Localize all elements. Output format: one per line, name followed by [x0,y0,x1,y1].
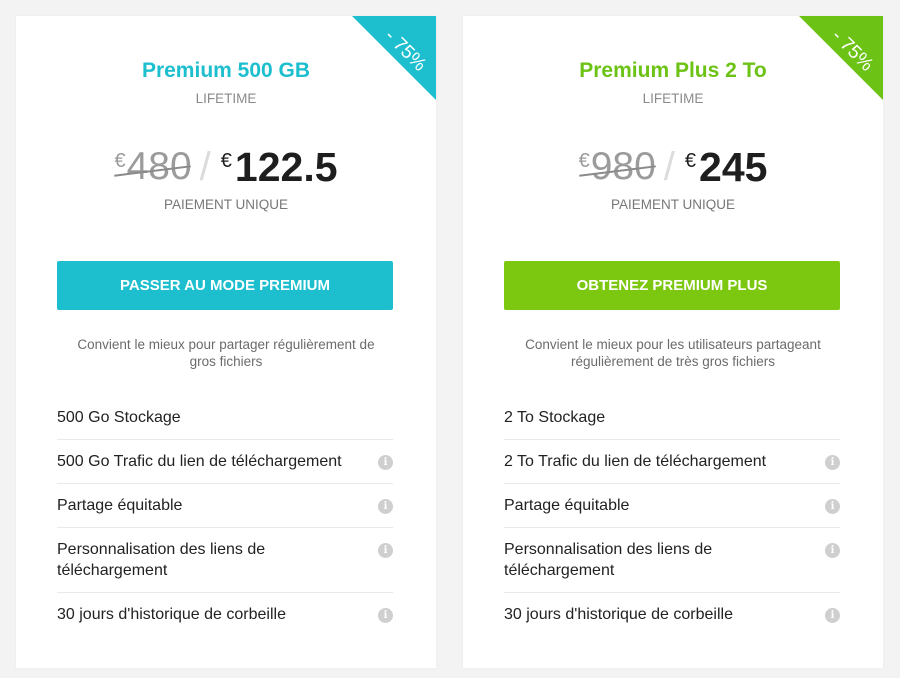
plan-term: LIFETIME [642,91,704,106]
payment-note: PAIEMENT UNIQUE [610,197,736,212]
new-price-currency: € [684,150,697,172]
price-row: € 480 / € 122.5 [16,144,436,194]
feature-item: Partage équitable i [504,484,840,528]
feature-label: 2 To Stockage [504,409,606,426]
info-icon[interactable]: i [825,499,840,514]
feature-item: 2 To Trafic du lien de téléchargement i [504,440,840,484]
plan-card-premium-500gb: - 75% Premium 500 GB LIFETIME € 480 / € … [16,16,436,668]
feature-list: 2 To Stockage 2 To Trafic du lien de tél… [504,396,840,636]
new-price: € 122.5 [221,144,338,190]
old-price: € 480 [114,144,191,190]
feature-label: 30 jours d'historique de corbeille [504,606,733,623]
payment-note: PAIEMENT UNIQUE [163,197,289,212]
info-icon[interactable]: i [378,499,393,514]
plan-title: Premium 500 GB [141,59,311,82]
info-icon[interactable]: i [378,543,393,558]
plan-description: Convient le mieux pour partager régulièr… [77,337,375,369]
feature-item: Personnalisation des liens de télécharge… [504,528,840,593]
info-icon[interactable]: i [825,608,840,623]
new-price-currency: € [220,150,232,172]
old-price: € 980 [579,144,656,190]
feature-item: 500 Go Trafic du lien de téléchargement … [57,440,393,484]
old-price-currency: € [114,150,126,172]
price-row: € 980 / € 245 [463,144,883,194]
plan-term: LIFETIME [195,91,257,106]
info-icon[interactable]: i [825,455,840,470]
feature-item: 30 jours d'historique de corbeille i [57,593,393,636]
plan-description: Convient le mieux pour les utilisateurs … [525,337,821,369]
price-separator: / [663,145,675,189]
new-price-value: 245 [699,144,768,190]
plan-card-premium-plus-2to: - 75% Premium Plus 2 To LIFETIME € 980 /… [463,16,883,668]
feature-item: 500 Go Stockage [57,396,393,440]
get-premium-plus-button[interactable]: OBTENEZ PREMIUM PLUS [504,261,840,310]
go-premium-button[interactable]: PASSER AU MODE PREMIUM [57,261,393,310]
new-price-value: 122.5 [234,144,338,190]
feature-label: 2 To Trafic du lien de téléchargement [504,453,767,470]
new-price: € 245 [685,144,768,190]
feature-item: 30 jours d'historique de corbeille i [504,593,840,636]
discount-ribbon: - 75% [799,16,883,100]
feature-label: Partage équitable [57,497,183,514]
feature-label: 500 Go Trafic du lien de téléchargement [57,453,342,470]
discount-ribbon: - 75% [352,16,436,100]
info-icon[interactable]: i [825,543,840,558]
feature-item: 2 To Stockage [504,396,840,440]
feature-label: Personnalisation des liens de télécharge… [57,541,266,579]
feature-list: 500 Go Stockage 500 Go Trafic du lien de… [57,396,393,636]
feature-item: Personnalisation des liens de télécharge… [57,528,393,593]
info-icon[interactable]: i [378,455,393,470]
feature-label: 500 Go Stockage [57,409,181,426]
plan-title: Premium Plus 2 To [579,59,767,82]
feature-label: Partage équitable [504,497,630,514]
info-icon[interactable]: i [378,608,393,623]
old-price-currency: € [578,150,590,172]
feature-item: Partage équitable i [57,484,393,528]
feature-label: Personnalisation des liens de télécharge… [504,541,713,579]
feature-label: 30 jours d'historique de corbeille [57,606,286,623]
price-separator: / [199,145,211,189]
